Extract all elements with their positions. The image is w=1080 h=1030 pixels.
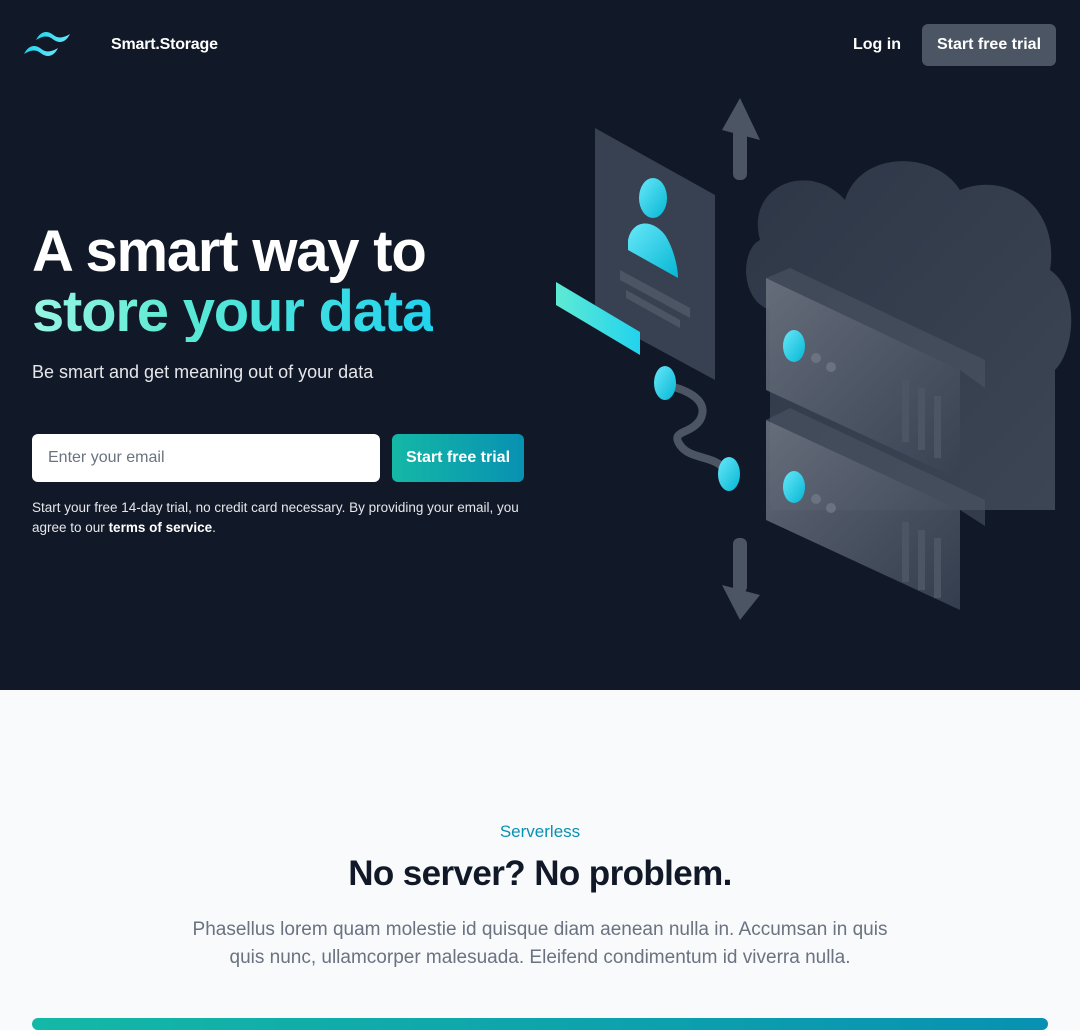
section-description: Phasellus lorem quam molestie id quisque… (192, 919, 888, 968)
hero-headline: A smart way to store your data (32, 219, 434, 344)
feature-card-edge (32, 1018, 1048, 1030)
hero-section: Smart.Storage Log in Start free trial A … (0, 0, 1080, 690)
section-title: No server? No problem. (348, 854, 732, 893)
section-eyebrow: Serverless (499, 822, 581, 841)
disclaimer-end: . (212, 520, 216, 535)
cloud-storage-illustration (556, 98, 1072, 620)
top-navigation: Smart.Storage Log in Start free trial (0, 0, 1080, 90)
trial-disclaimer: Start your free 14-day trial, no credit … (32, 498, 522, 538)
serverless-feature-section: Serverless No server? No problem. Phasel… (0, 690, 1080, 1030)
logo-waves-icon[interactable] (24, 30, 72, 60)
hero-subheading: Be smart and get meaning out of your dat… (32, 362, 374, 382)
headline-line-1: A smart way to (32, 219, 427, 284)
email-input[interactable] (32, 434, 380, 482)
disclaimer-text: Start your free 14-day trial, no credit … (32, 500, 519, 535)
brand-name[interactable]: Smart.Storage (111, 36, 218, 54)
user-card-icon (595, 128, 715, 380)
cable-connector (654, 366, 740, 491)
headline-line-2: store your data (32, 279, 434, 344)
start-trial-hero-button[interactable]: Start free trial (392, 434, 524, 482)
down-arrow-icon (722, 538, 760, 620)
start-trial-nav-button[interactable]: Start free trial (922, 24, 1056, 66)
up-arrow-icon (722, 98, 760, 180)
terms-of-service-link[interactable]: terms of service (109, 520, 213, 535)
login-link[interactable]: Log in (853, 36, 901, 54)
